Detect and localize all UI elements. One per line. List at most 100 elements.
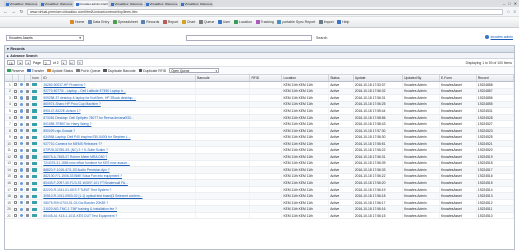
toolbar-user[interactable]: User (217, 20, 230, 24)
edit-icon[interactable] (26, 214, 30, 218)
first-page-button[interactable]: |◂ (17, 60, 23, 65)
row-checkbox[interactable] (13, 83, 17, 87)
view-icon[interactable] (20, 155, 24, 159)
refresh-icon[interactable]: ↻ (76, 60, 83, 65)
toolbar-records[interactable]: Records (141, 20, 159, 24)
view-icon[interactable] (20, 161, 24, 166)
row-checkbox[interactable] (13, 148, 17, 152)
edit-icon[interactable] (26, 148, 30, 152)
row-checkbox[interactable] (13, 109, 17, 113)
row-checkbox[interactable] (13, 201, 17, 205)
record-id-link[interactable]: 82220-R-1011-01-KES F.TUNIT Test System … (43, 188, 111, 192)
row-checkbox[interactable] (13, 194, 17, 198)
row-checkbox[interactable] (13, 161, 17, 165)
record-id-link[interactable]: 57/P28-32785-3/1 (NC) 3 + K-Suite Scaler… (43, 148, 108, 152)
edit-icon[interactable] (26, 207, 30, 211)
row-checkbox[interactable] (13, 122, 17, 126)
record-id-link[interactable]: 882100-F/1-1506-33 BME Sdua Fan into equ… (43, 174, 122, 178)
row-checkbox[interactable] (13, 188, 17, 192)
next-page-button[interactable]: ▸ (60, 60, 67, 65)
record-id-link[interactable]: 92770-50770/ - Laptop – Dell Latitude E7… (43, 89, 125, 93)
record-id-link[interactable]: 86075-A-7653-07 Rohrer Meter MRA D50 ? (43, 155, 107, 159)
toolbar-data-entry[interactable]: Data Entry (87, 20, 109, 24)
edit-icon[interactable] (26, 188, 30, 192)
edit-icon[interactable] (26, 96, 30, 100)
view-icon[interactable] (20, 207, 24, 211)
user-link[interactable]: knowles admin (491, 35, 513, 39)
toolbar-home[interactable]: Home (70, 20, 84, 24)
duplicate-barcode-button[interactable]: Duplicate Barcode (103, 69, 136, 73)
edit-icon[interactable] (26, 142, 30, 146)
edit-icon[interactable] (26, 168, 30, 172)
view-icon[interactable] (20, 148, 24, 152)
row-checkbox[interactable] (13, 142, 17, 146)
edit-icon[interactable] (26, 194, 30, 198)
record-id-link[interactable]: 634984-Laptop: Dell P40 Inspiron750-5400… (43, 135, 130, 139)
view-icon[interactable] (20, 122, 24, 126)
row-checkbox[interactable] (13, 103, 17, 107)
edit-icon[interactable] (26, 161, 30, 166)
edit-icon[interactable] (26, 116, 30, 120)
maximize-button[interactable]: □ (508, 1, 510, 6)
view-icon[interactable] (20, 102, 24, 107)
view-icon[interactable] (20, 89, 24, 94)
record-id-link[interactable]: 30510-R-1011-0903-02 (1-1) optical test … (43, 194, 142, 198)
edit-icon[interactable] (26, 129, 30, 133)
forward-icon[interactable]: → (11, 9, 16, 14)
record-id-link[interactable]: 873281 Desktop: Dell Optiplex 7807T for … (43, 116, 133, 120)
row-checkbox[interactable] (13, 155, 17, 159)
view-icon[interactable] (20, 201, 24, 205)
menu-icon[interactable]: ≡ (513, 9, 516, 14)
view-icon[interactable] (20, 188, 24, 192)
view-icon[interactable] (20, 168, 24, 172)
view-icon[interactable] (20, 116, 24, 120)
edit-icon[interactable] (26, 155, 30, 159)
record-id-link[interactable]: 21020-NG-TMC-1 TMF training & installati… (43, 207, 117, 211)
view-icon[interactable] (20, 174, 24, 179)
record-id-link[interactable]: 860974-Sharo HP Prou Cup Machine ? (43, 102, 100, 106)
record-id-link[interactable]: 80449-F-2097-30-F1/3-S1 W/JKF-101 FT/Sea… (43, 181, 127, 185)
view-icon[interactable] (20, 96, 24, 100)
row-checkbox[interactable] (13, 89, 17, 93)
row-checkbox[interactable] (13, 214, 17, 218)
record-id-link[interactable]: 72/4376-31-1856 new office furniture for… (43, 161, 129, 165)
location-select[interactable]: Knowles Assets ▾ (6, 35, 84, 41)
toolbar-location[interactable]: Location (233, 20, 252, 24)
url-field[interactable]: www.virtual-premium.virtualdoc.com/html/… (27, 8, 504, 15)
edit-icon[interactable] (26, 109, 30, 113)
per-page-select[interactable]: 15 (7, 60, 15, 66)
record-id-link[interactable]: 26280-90037-HP Proarriva ? (43, 83, 85, 87)
prev-page-button[interactable]: ◂ (25, 60, 31, 65)
close-window-button[interactable]: ✕ (514, 1, 517, 6)
edit-icon[interactable] (26, 102, 30, 107)
row-checkbox[interactable] (13, 96, 17, 100)
minimize-button[interactable]: – (503, 1, 505, 6)
view-icon[interactable] (20, 181, 24, 185)
search-input[interactable] (186, 35, 312, 41)
transfer-button[interactable]: Transfer (27, 69, 44, 73)
bookmark-star-icon[interactable]: ☆ (506, 9, 510, 15)
edit-icon[interactable] (26, 181, 30, 185)
update-status-button[interactable]: Update Status (47, 69, 73, 73)
reserve-button[interactable]: Reserve (7, 69, 24, 73)
view-icon[interactable] (20, 142, 24, 146)
edit-icon[interactable] (26, 89, 30, 94)
record-id-link[interactable]: 927710-Camera for MEMS Releases ?? (43, 142, 102, 146)
toolbar-tracking[interactable]: Tracking (255, 20, 274, 24)
toolbar-report[interactable]: Report (162, 20, 178, 24)
toolbar-portable-sync-report[interactable]: portable Sync Report (277, 20, 315, 24)
view-icon[interactable] (20, 109, 24, 113)
last-page-button[interactable]: ▸| (68, 60, 75, 65)
edit-icon[interactable] (26, 83, 30, 87)
edit-icon[interactable] (26, 122, 30, 126)
record-id-link[interactable]: 80445-A1 K15-1-1011-KES DUT Test Equipme… (43, 214, 117, 218)
collapse-icon[interactable]: ▾ (7, 47, 9, 51)
search-button[interactable]: Search (316, 36, 327, 40)
back-icon[interactable]: ← (3, 9, 8, 14)
row-checkbox[interactable] (13, 181, 17, 185)
reload-icon[interactable]: ↻ (19, 9, 24, 15)
queue-select[interactable]: Open Queue ▾ (169, 67, 220, 74)
view-icon[interactable] (20, 214, 24, 218)
row-checkbox[interactable] (13, 129, 17, 133)
put-in-queue-button[interactable]: Put in Queue (76, 69, 100, 73)
